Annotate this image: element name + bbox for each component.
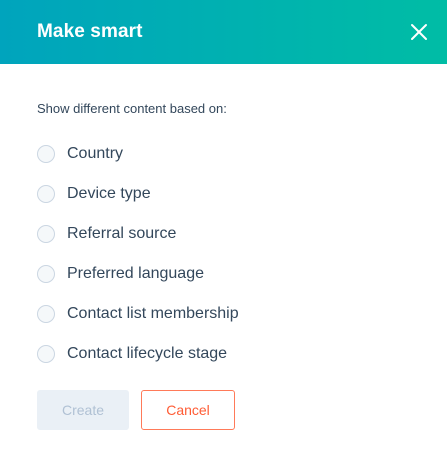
option-contact-list-membership[interactable]: Contact list membership bbox=[37, 294, 239, 334]
create-button[interactable]: Create bbox=[37, 390, 129, 430]
modal-title: Make smart bbox=[37, 21, 143, 42]
options-prompt: Show different content based on: bbox=[37, 101, 227, 116]
option-preferred-language[interactable]: Preferred language bbox=[37, 254, 239, 294]
radio-button[interactable] bbox=[37, 225, 55, 243]
radio-button[interactable] bbox=[37, 185, 55, 203]
radio-button[interactable] bbox=[37, 265, 55, 283]
option-referral-source[interactable]: Referral source bbox=[37, 214, 239, 254]
cancel-button[interactable]: Cancel bbox=[141, 390, 235, 430]
option-label: Referral source bbox=[67, 225, 177, 242]
radio-button[interactable] bbox=[37, 345, 55, 363]
option-device-type[interactable]: Device type bbox=[37, 174, 239, 214]
make-smart-modal: Make smart Show different content based … bbox=[0, 0, 447, 452]
close-button[interactable] bbox=[405, 18, 433, 46]
option-contact-lifecycle-stage[interactable]: Contact lifecycle stage bbox=[37, 334, 239, 374]
option-label: Preferred language bbox=[67, 265, 204, 282]
option-label: Contact lifecycle stage bbox=[67, 345, 228, 362]
modal-header: Make smart bbox=[0, 0, 447, 64]
option-country[interactable]: Country bbox=[37, 134, 239, 174]
close-icon bbox=[411, 24, 427, 40]
option-label: Country bbox=[67, 145, 124, 162]
radio-group: Country Device type Referral source Pref… bbox=[37, 134, 239, 374]
radio-button[interactable] bbox=[37, 145, 55, 163]
option-label: Device type bbox=[67, 185, 151, 202]
radio-button[interactable] bbox=[37, 305, 55, 323]
option-label: Contact list membership bbox=[67, 305, 239, 322]
modal-footer: Create Cancel bbox=[37, 390, 235, 430]
